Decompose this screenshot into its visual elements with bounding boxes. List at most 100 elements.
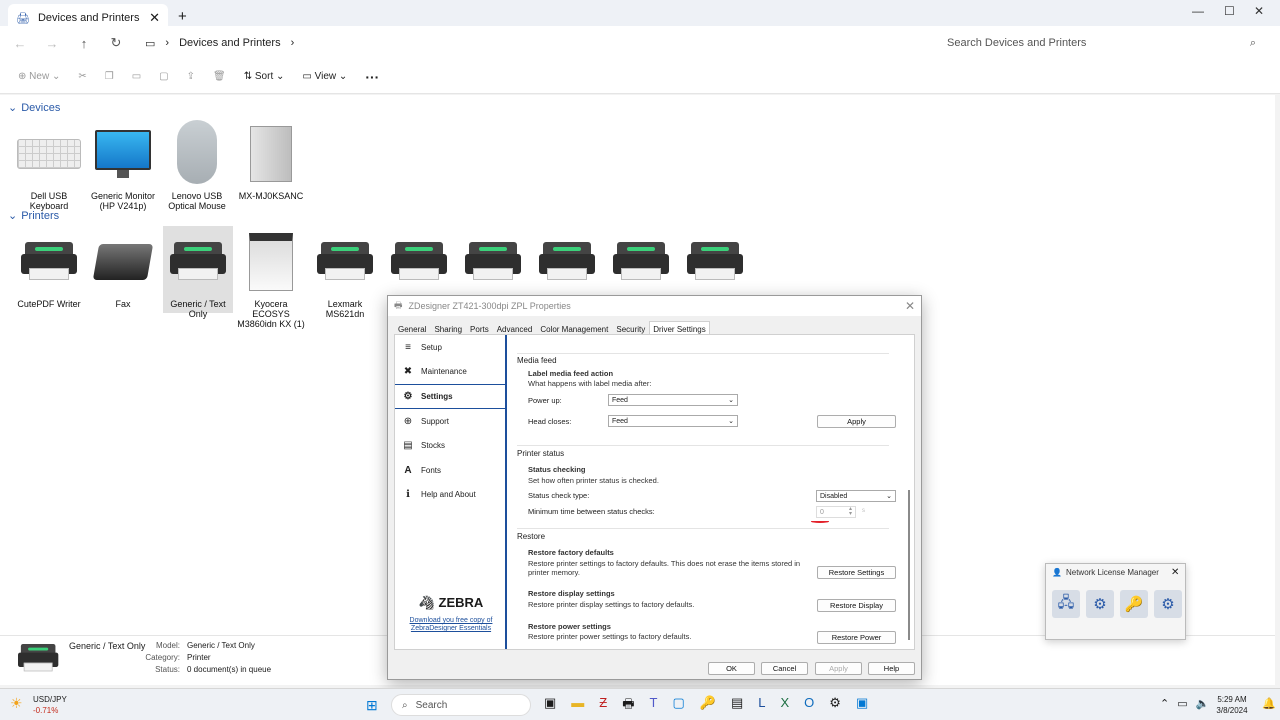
filezilla-icon[interactable]: Ƶ (599, 695, 607, 717)
excel-icon[interactable]: X (781, 695, 790, 717)
restore-settings-button[interactable]: Restore Settings (817, 566, 896, 579)
app-window-icon[interactable]: ▢ (672, 695, 684, 717)
nav-stocks[interactable]: ▤ Stocks (395, 433, 505, 458)
nav-help-about[interactable]: ℹ Help and About (395, 483, 505, 508)
up-icon[interactable]: ↑ (72, 36, 96, 51)
printer-item[interactable] (384, 231, 454, 299)
printer-properties-dialog: 🖶 ZDesigner ZT421-300dpi ZPL Properties … (387, 295, 922, 680)
restore-display-button[interactable]: Restore Display (817, 599, 896, 612)
category-value: Printer (187, 653, 211, 662)
settings-panel-icon[interactable]: ⚙ (1086, 590, 1114, 618)
task-view-icon[interactable]: ▣ (544, 695, 556, 717)
nav-fonts[interactable]: A Fonts (395, 458, 505, 483)
printer-cutepdf[interactable]: CutePDF Writer (14, 231, 84, 309)
min-time-unit: s (862, 508, 865, 514)
volume-icon[interactable]: 🔈 (1196, 697, 1210, 710)
gear-icon: ⚙ (403, 390, 413, 402)
device-monitor[interactable]: Generic Monitor (HP V241p) (88, 123, 158, 211)
printer-item[interactable] (606, 231, 676, 299)
more-options-button[interactable]: ··· (365, 69, 379, 85)
maximize-button[interactable]: ☐ (1224, 4, 1235, 18)
close-button[interactable]: ✕ (1254, 4, 1264, 18)
start-icon[interactable]: ⊞ (366, 697, 378, 714)
printer-app-icon[interactable]: 🖶 (622, 695, 634, 717)
scrollbar[interactable] (908, 490, 910, 640)
dialog-title: ZDesigner ZT421-300dpi ZPL Properties (408, 301, 571, 311)
taskbar-search-label: Search (415, 699, 448, 711)
new-button[interactable]: ⊕ New ⌄ (18, 71, 60, 82)
device-mx[interactable]: MX-MJ0KSANC (236, 123, 306, 201)
device-mouse[interactable]: Lenovo USB Optical Mouse (162, 119, 232, 211)
nav-label: Support (421, 416, 450, 426)
teams-icon[interactable]: T (650, 695, 658, 717)
nlm-title-bar: 👤 Network License Manager (1052, 568, 1159, 577)
dialog-close-icon[interactable]: ✕ (905, 299, 915, 313)
notifications-icon[interactable]: 🔔 (1262, 697, 1276, 710)
device-keyboard[interactable]: Dell USB Keyboard (14, 123, 84, 211)
zebradesigner-download-link[interactable]: Download you free copy of ZebraDesigner … (395, 617, 507, 633)
cut-icon[interactable]: ✂ (78, 71, 86, 82)
rename-icon[interactable]: ▢ (159, 71, 168, 82)
printer-kyocera[interactable]: Kyocera ECOSYS M3860idn KX (1) (236, 231, 306, 329)
delete-icon[interactable]: 🗑 (213, 71, 226, 82)
printer-item[interactable] (680, 231, 750, 299)
nav-maintenance[interactable]: ✖ Maintenance (395, 360, 505, 385)
chevron-right-icon[interactable]: › (291, 37, 295, 49)
head-closes-select[interactable]: Feed ⌄ (608, 415, 738, 427)
labview-icon[interactable]: L (758, 695, 765, 717)
new-tab-button[interactable]: + (178, 8, 187, 25)
breadcrumb[interactable]: ▭ › Devices and Printers › (145, 32, 925, 54)
clock[interactable]: 5:29 AM 3/8/2024 (1210, 694, 1254, 716)
back-icon[interactable]: ← (8, 36, 32, 51)
minimize-button[interactable]: — (1192, 4, 1204, 18)
view-button[interactable]: ▭ View ⌄ (302, 71, 347, 82)
printer-item[interactable] (532, 231, 602, 299)
sort-button[interactable]: ⇅ Sort ⌄ (244, 71, 285, 82)
forward-icon[interactable]: → (40, 36, 64, 51)
group-header-printers[interactable]: ⌄ Printers (8, 209, 59, 223)
search-input[interactable]: Search Devices and Printers ⌕ (935, 30, 1268, 56)
copy-icon[interactable]: ❐ (105, 71, 114, 82)
ticker-change: -0.71% (33, 706, 59, 715)
network-icon[interactable]: ▭ (1177, 697, 1187, 710)
restore-power-button[interactable]: Restore Power (817, 631, 896, 644)
network-computers-icon[interactable]: 🖧 (1052, 590, 1080, 618)
remote-desktop-icon[interactable]: ▣ (856, 695, 868, 717)
settings-icon[interactable]: ⚙ (829, 695, 841, 717)
printer-label: Generic / Text Only (170, 299, 226, 319)
ticker-label[interactable]: USD/JPY (33, 695, 67, 704)
power-up-select[interactable]: Feed ⌄ (608, 394, 738, 406)
printer-lexmark[interactable]: Lexmark MS621dn (310, 231, 380, 319)
license-app-icon[interactable]: 🔑 (700, 695, 716, 717)
breadcrumb-item[interactable]: Devices and Printers (179, 37, 281, 49)
chevron-right-icon: › (165, 37, 170, 49)
printer-item[interactable] (458, 231, 528, 299)
file-explorer-icon[interactable]: ▬ (571, 695, 584, 717)
nav-settings[interactable]: ⚙ Settings (395, 384, 505, 409)
help-button[interactable]: Help (868, 662, 915, 675)
printer-generic-text[interactable]: Generic / Text Only (163, 226, 233, 319)
min-time-spinner[interactable]: 0 ▴ ▾ (816, 506, 856, 518)
ok-button[interactable]: OK (708, 662, 755, 675)
paste-icon[interactable]: ▭ (132, 71, 141, 82)
apply-button[interactable]: Apply (815, 662, 862, 675)
cancel-button[interactable]: Cancel (761, 662, 808, 675)
weather-icon[interactable]: ☀ (10, 695, 23, 712)
status-check-type-select[interactable]: Disabled ⌄ (816, 490, 896, 502)
printer-fax[interactable]: Fax (88, 231, 158, 309)
refresh-icon[interactable]: ↻ (104, 35, 128, 51)
chevron-up-icon[interactable]: ⌃ (1160, 697, 1169, 710)
control-panel-icon[interactable]: ▤ (731, 695, 743, 717)
taskbar-search[interactable]: ⌕ Search (391, 694, 531, 716)
share-icon[interactable]: ⇪ (187, 71, 195, 82)
nlm-close-icon[interactable]: ✕ (1171, 567, 1179, 578)
apply-media-button[interactable]: Apply (817, 415, 896, 428)
nav-support[interactable]: ⊕ Support (395, 409, 505, 434)
tab-close-icon[interactable]: ✕ (149, 10, 160, 26)
key-info-icon[interactable]: 🔑 (1120, 590, 1148, 618)
nav-setup[interactable]: ≡ Setup (395, 335, 505, 360)
gear-icon[interactable]: ⚙ (1154, 590, 1182, 618)
group-header-devices[interactable]: ⌄ Devices (8, 101, 60, 115)
spinner-arrows-icon[interactable]: ▴ ▾ (849, 506, 852, 517)
outlook-icon[interactable]: O (804, 695, 814, 717)
